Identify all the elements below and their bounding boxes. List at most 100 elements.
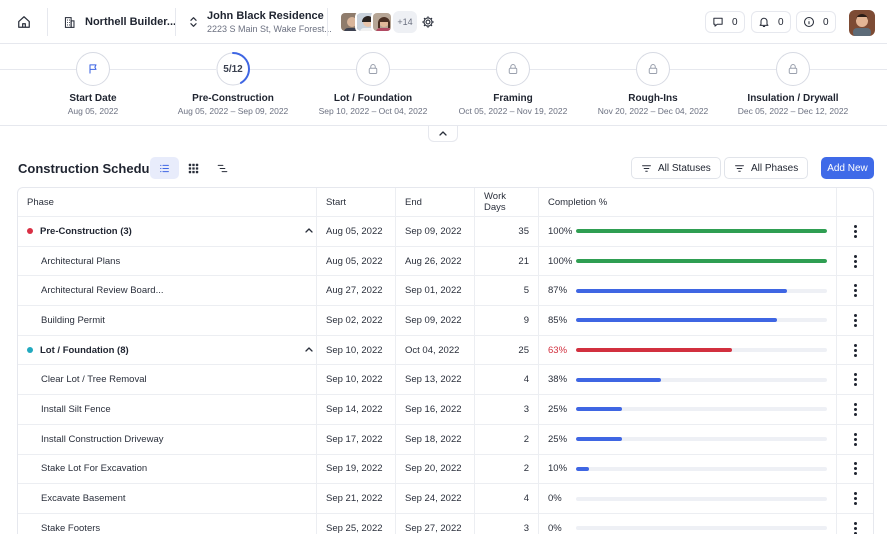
completion-bar (576, 259, 827, 264)
row-menu-button[interactable] (837, 455, 873, 484)
timeline-step-framing[interactable]: Framing Oct 05, 2022 – Nov 19, 2022 (443, 52, 583, 116)
completion-percent: 25% (548, 403, 568, 415)
column-header-work-days[interactable]: Work Days (484, 188, 529, 216)
completion-percent: 0% (548, 493, 562, 505)
step-dates: Aug 05, 2022 – Sep 09, 2022 (177, 106, 289, 116)
row-menu-button[interactable] (837, 336, 873, 365)
more-vertical-icon (853, 254, 857, 268)
comments-button[interactable]: 0 (705, 11, 745, 33)
company-switcher[interactable]: Northell Builder... (63, 10, 176, 34)
step-dates: Nov 20, 2022 – Dec 04, 2022 (597, 106, 709, 116)
info-button[interactable]: 0 (796, 11, 836, 33)
table-header-row: Phase Start End Work Days Completion % (18, 188, 873, 217)
timeline-step-lot-foundation[interactable]: Lot / Foundation Sep 10, 2022 – Oct 04, … (303, 52, 443, 116)
completion-cell: 38% (548, 365, 830, 394)
step-title: Rough-Ins (628, 93, 678, 104)
table-row[interactable]: Stake Footers Sep 25, 2022 Sep 27, 2022 … (18, 514, 873, 534)
list-view-button[interactable] (150, 157, 179, 179)
row-menu-button[interactable] (837, 365, 873, 394)
table-row[interactable]: Install Silt Fence Sep 14, 2022 Sep 16, … (18, 395, 873, 425)
row-menu-button[interactable] (837, 484, 873, 513)
chevron-up-icon[interactable] (304, 346, 314, 353)
phase-group-row[interactable]: Lot / Foundation (8) Sep 10, 2022 Oct 04… (18, 336, 873, 366)
phase-name: Install Silt Fence (41, 403, 111, 415)
phase-name: Stake Footers (41, 522, 101, 534)
completion-bar (576, 318, 827, 323)
completion-cell: 0% (548, 514, 830, 534)
table-row[interactable]: Architectural Review Board... Aug 27, 20… (18, 276, 873, 307)
completion-percent: 0% (548, 522, 562, 534)
work-days: 2 (523, 433, 529, 445)
end-date: Sep 18, 2022 (405, 433, 462, 445)
row-menu-button[interactable] (837, 276, 873, 305)
home-button[interactable] (12, 10, 36, 34)
step-indicator (776, 52, 810, 86)
completion-cell: 10% (548, 455, 830, 484)
phase-name: Architectural Plans (41, 255, 121, 267)
table-row[interactable]: Building Permit Sep 02, 2022 Sep 09, 202… (18, 306, 873, 336)
work-days: 35 (518, 225, 529, 237)
grid-view-button[interactable] (179, 157, 208, 179)
completion-bar (576, 377, 827, 382)
step-title: Start Date (69, 93, 117, 104)
row-menu-button[interactable] (837, 306, 873, 335)
table-row[interactable]: Excavate Basement Sep 21, 2022 Sep 24, 2… (18, 484, 873, 514)
user-avatar[interactable] (849, 10, 875, 36)
phase-group-row[interactable]: Pre-Construction (3) Aug 05, 2022 Sep 09… (18, 217, 873, 247)
phase-cell: Install Silt Fence (27, 395, 317, 424)
table-row[interactable]: Architectural Plans Aug 05, 2022 Aug 26,… (18, 247, 873, 277)
row-menu-button[interactable] (837, 514, 873, 534)
schedule-table: Phase Start End Work Days Completion % P… (17, 187, 874, 534)
gantt-view-button[interactable] (208, 157, 237, 179)
divider (327, 8, 328, 36)
column-header-start[interactable]: Start (326, 188, 346, 216)
row-menu-button[interactable] (837, 217, 873, 246)
step-title: Pre-Construction (192, 93, 274, 104)
row-menu-button[interactable] (837, 395, 873, 424)
chat-icon (713, 17, 723, 27)
chevron-up-icon[interactable] (304, 227, 314, 234)
timeline-step-rough-ins[interactable]: Rough-Ins Nov 20, 2022 – Dec 04, 2022 (583, 52, 723, 116)
completion-cell: 85% (548, 306, 830, 335)
column-header-phase[interactable]: Phase (27, 188, 317, 216)
chevron-up-icon (439, 131, 447, 136)
completion-cell: 100% (548, 217, 830, 246)
completion-bar (576, 437, 827, 442)
phase-cell: Architectural Review Board... (27, 276, 317, 305)
notifications-button[interactable]: 0 (751, 11, 791, 33)
table-row[interactable]: Stake Lot For Excavation Sep 19, 2022 Se… (18, 455, 873, 485)
table-row[interactable]: Clear Lot / Tree Removal Sep 10, 2022 Se… (18, 365, 873, 396)
project-switcher[interactable]: John Black Residence 2223 S Main St, Wak… (189, 8, 332, 36)
start-date: Sep 02, 2022 (326, 314, 383, 326)
phase-filter-button[interactable]: All Phases (724, 157, 809, 179)
phase-name: Install Construction Driveway (41, 433, 164, 445)
completion-bar-fill (576, 466, 589, 471)
completion-percent: 25% (548, 433, 568, 445)
column-header-completion[interactable]: Completion % (548, 188, 830, 216)
completion-percent: 10% (548, 463, 568, 475)
row-menu-button[interactable] (837, 247, 873, 276)
completion-cell: 0% (548, 484, 830, 513)
row-menu-button[interactable] (837, 425, 873, 454)
start-date: Sep 21, 2022 (326, 493, 383, 505)
more-members-badge[interactable]: +14 (393, 11, 417, 33)
settings-button[interactable] (417, 11, 439, 33)
timeline-step-pre-construction[interactable]: 5/12 Pre-Construction Aug 05, 2022 – Sep… (163, 52, 303, 116)
step-indicator (76, 52, 110, 86)
timeline-step-start-date[interactable]: Start Date Aug 05, 2022 (23, 52, 163, 116)
start-date: Sep 14, 2022 (326, 403, 383, 415)
table-row[interactable]: Install Construction Driveway Sep 17, 20… (18, 425, 873, 455)
collapse-timeline-button[interactable] (428, 126, 458, 142)
add-new-button[interactable]: Add New (821, 157, 874, 179)
column-header-end[interactable]: End (405, 188, 422, 216)
chevron-updown-icon (190, 17, 197, 27)
completion-cell: 87% (548, 276, 830, 305)
more-vertical-icon (853, 343, 857, 357)
status-filter-button[interactable]: All Statuses (631, 157, 721, 179)
timeline-step-insulation-drywall[interactable]: Insulation / Drywall Dec 05, 2022 – Dec … (723, 52, 863, 116)
more-vertical-icon (853, 462, 857, 476)
phase-cell: Architectural Plans (27, 247, 317, 276)
lock-icon (788, 64, 798, 74)
work-days: 2 (523, 463, 529, 475)
team-avatars[interactable]: +14 (339, 11, 417, 33)
